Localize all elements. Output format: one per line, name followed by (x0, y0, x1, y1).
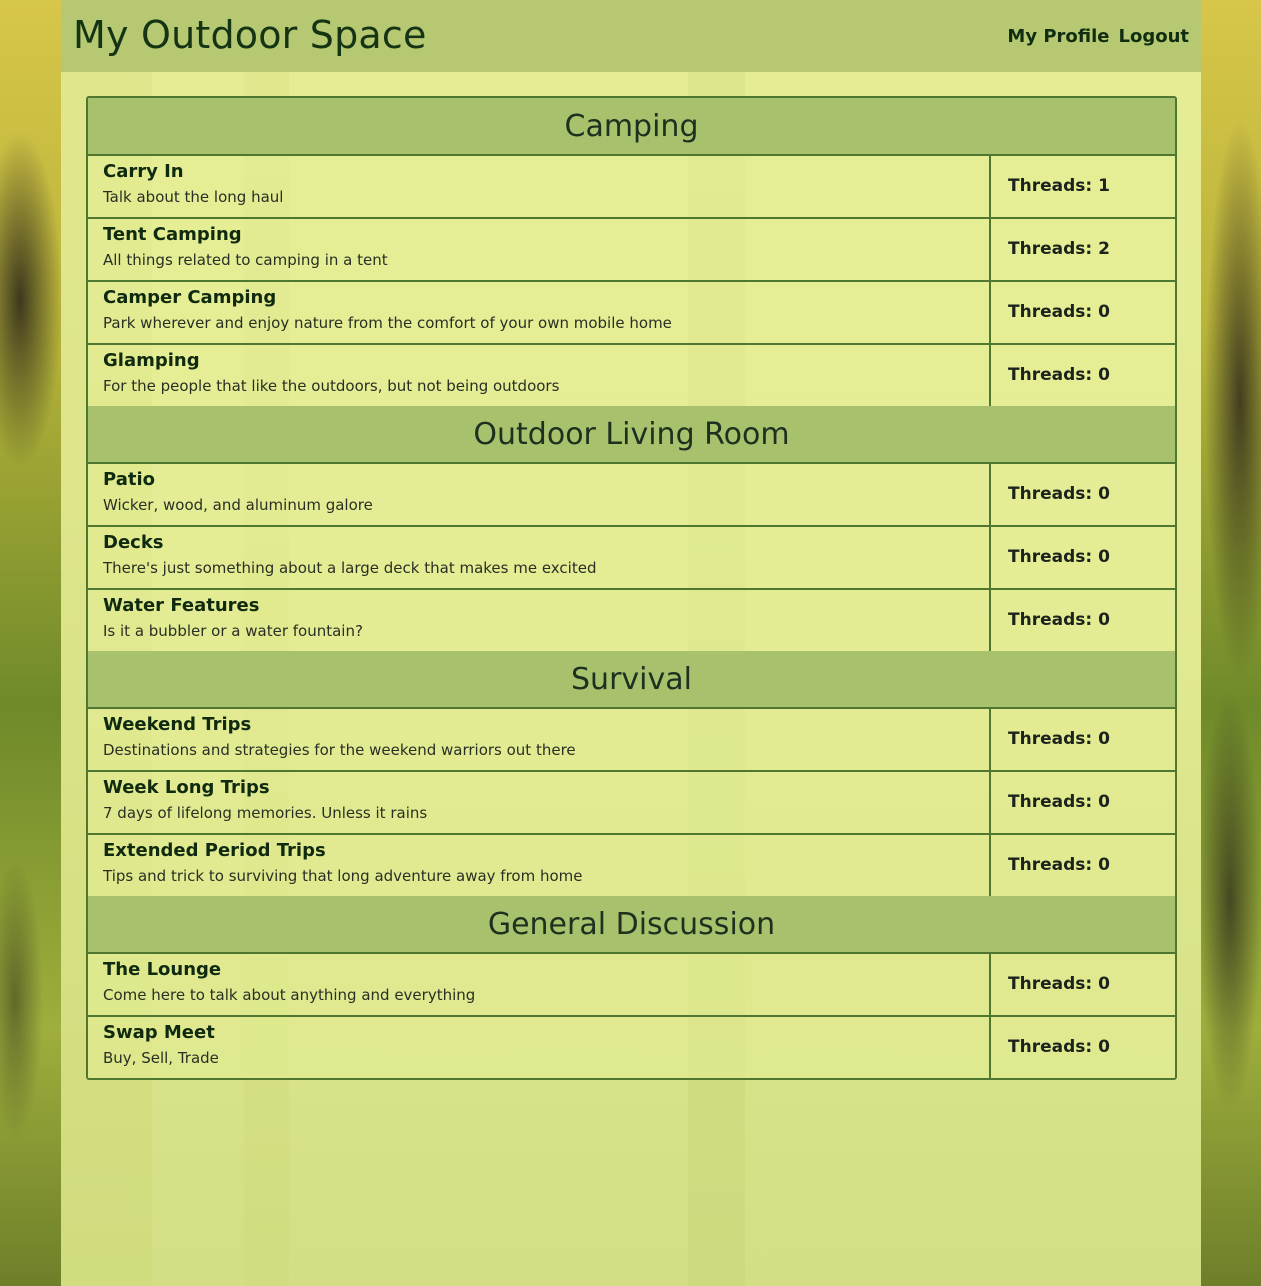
thread-count: Threads: 1 (1008, 176, 1110, 196)
forum-info: Weekend Trips Destinations and strategie… (88, 709, 991, 770)
forum-title-link[interactable]: Patio (103, 468, 989, 492)
forum-row: Patio Wicker, wood, and aluminum galore … (88, 464, 1175, 527)
forum-info: Water Features Is it a bubbler or a wate… (88, 590, 991, 651)
thread-count: Threads: 0 (1008, 610, 1110, 630)
thread-count: Threads: 2 (1008, 239, 1110, 259)
logout-link[interactable]: Logout (1118, 24, 1189, 50)
my-profile-link[interactable]: My Profile (1007, 24, 1109, 50)
forum-description: For the people that like the outdoors, b… (103, 377, 560, 395)
forum-description: 7 days of lifelong memories. Unless it r… (103, 804, 428, 822)
forum-description: Park wherever and enjoy nature from the … (103, 314, 672, 332)
thread-count: Threads: 0 (1008, 484, 1110, 504)
forum-row: The Lounge Come here to talk about anyth… (88, 954, 1175, 1017)
thread-count: Threads: 0 (1008, 365, 1110, 385)
forum-title-link[interactable]: Decks (103, 531, 989, 555)
forum-info: The Lounge Come here to talk about anyth… (88, 954, 991, 1015)
forum-title-link[interactable]: Water Features (103, 594, 989, 618)
thread-count: Threads: 0 (1008, 1037, 1110, 1057)
forum-info: Swap Meet Buy, Sell, Trade (88, 1017, 991, 1078)
forum-row: Camper Camping Park wherever and enjoy n… (88, 282, 1175, 345)
forum-title-link[interactable]: Week Long Trips (103, 776, 989, 800)
page-container: My Outdoor Space My Profile Logout Campi… (61, 0, 1201, 1286)
forum-info: Glamping For the people that like the ou… (88, 345, 991, 406)
category-header-general-discussion: General Discussion (88, 896, 1175, 954)
forum-description: Destinations and strategies for the week… (103, 741, 576, 759)
forum-row: Weekend Trips Destinations and strategie… (88, 709, 1175, 772)
site-title[interactable]: My Outdoor Space (73, 9, 427, 61)
category-header-camping: Camping (88, 98, 1175, 156)
thread-count: Threads: 0 (1008, 302, 1110, 322)
forum-row: Swap Meet Buy, Sell, Trade Threads: 0 (88, 1017, 1175, 1078)
thread-count: Threads: 0 (1008, 792, 1110, 812)
forum-info: Decks There's just something about a lar… (88, 527, 991, 588)
forum-row: Glamping For the people that like the ou… (88, 345, 1175, 406)
forum-description: Is it a bubbler or a water fountain? (103, 622, 363, 640)
thread-count: Threads: 0 (1008, 547, 1110, 567)
forum-description: Buy, Sell, Trade (103, 1049, 219, 1067)
category-header-survival: Survival (88, 651, 1175, 709)
thread-count: Threads: 0 (1008, 729, 1110, 749)
forum-info: Tent Camping All things related to campi… (88, 219, 991, 280)
forum-row: Tent Camping All things related to campi… (88, 219, 1175, 282)
forum-description: Come here to talk about anything and eve… (103, 986, 476, 1004)
category-header-outdoor-living-room: Outdoor Living Room (88, 406, 1175, 464)
forum-row: Extended Period Trips Tips and trick to … (88, 835, 1175, 896)
forum-row: Water Features Is it a bubbler or a wate… (88, 590, 1175, 651)
forum-board: Camping Carry In Talk about the long hau… (86, 96, 1177, 1080)
forum-row: Carry In Talk about the long haul Thread… (88, 156, 1175, 219)
top-navbar: My Outdoor Space My Profile Logout (61, 0, 1201, 72)
forum-title-link[interactable]: Tent Camping (103, 223, 989, 247)
forum-description: Tips and trick to surviving that long ad… (103, 867, 583, 885)
forum-description: There's just something about a large dec… (103, 559, 597, 577)
forum-title-link[interactable]: Carry In (103, 160, 989, 184)
forum-title-link[interactable]: Weekend Trips (103, 713, 989, 737)
thread-count: Threads: 0 (1008, 974, 1110, 994)
forum-description: Talk about the long haul (103, 188, 284, 206)
forum-info: Week Long Trips 7 days of lifelong memor… (88, 772, 991, 833)
forum-title-link[interactable]: Camper Camping (103, 286, 989, 310)
thread-count: Threads: 0 (1008, 855, 1110, 875)
forum-info: Extended Period Trips Tips and trick to … (88, 835, 991, 896)
user-nav: My Profile Logout (1007, 24, 1189, 50)
forum-description: All things related to camping in a tent (103, 251, 388, 269)
forum-info: Camper Camping Park wherever and enjoy n… (88, 282, 991, 343)
forum-info: Carry In Talk about the long haul (88, 156, 991, 217)
forum-title-link[interactable]: Extended Period Trips (103, 839, 989, 863)
forum-description: Wicker, wood, and aluminum galore (103, 496, 373, 514)
forum-row: Decks There's just something about a lar… (88, 527, 1175, 590)
forum-title-link[interactable]: The Lounge (103, 958, 989, 982)
forum-row: Week Long Trips 7 days of lifelong memor… (88, 772, 1175, 835)
forum-info: Patio Wicker, wood, and aluminum galore (88, 464, 991, 525)
forum-title-link[interactable]: Glamping (103, 349, 989, 373)
forum-title-link[interactable]: Swap Meet (103, 1021, 989, 1045)
